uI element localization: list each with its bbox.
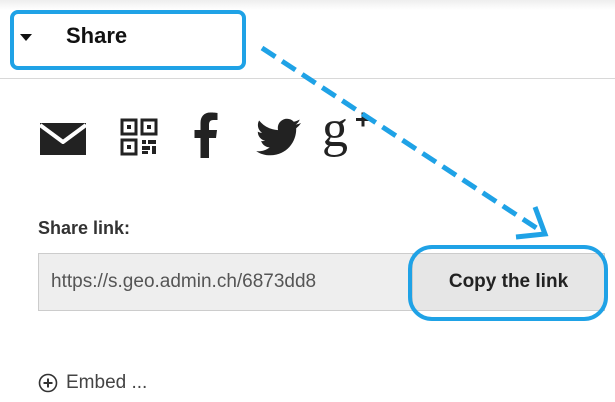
share-link-input[interactable] [38,253,413,311]
divider [0,78,615,79]
embed-toggle[interactable]: Embed ... [38,372,147,394]
embed-label: Embed ... [66,372,148,393]
google-plus-icon[interactable]: g [318,106,376,162]
top-shadow [0,0,615,10]
plus-circle-icon [38,373,58,393]
copy-link-button[interactable]: Copy the link [413,253,605,311]
qr-code-icon[interactable] [120,118,158,156]
share-link-label: Share link: [38,218,131,238]
facebook-icon[interactable] [194,112,218,158]
svg-text:g: g [322,106,348,158]
twitter-icon[interactable] [256,118,302,156]
mail-icon[interactable] [38,120,88,158]
annotation-highlight-share [10,10,246,70]
